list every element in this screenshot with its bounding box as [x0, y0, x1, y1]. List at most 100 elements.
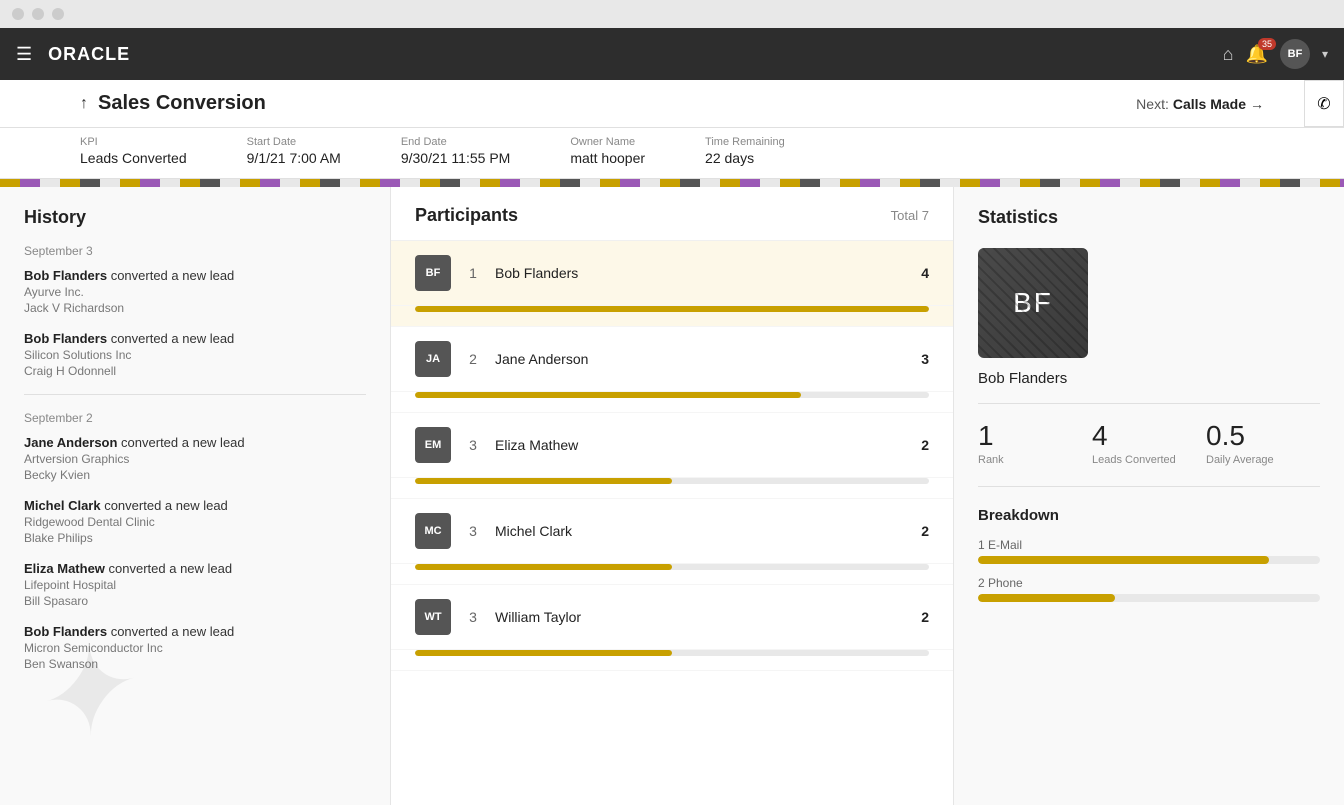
- participant-bar-wrap: [391, 392, 953, 413]
- phone-button[interactable]: ✆: [1304, 80, 1344, 127]
- participant-rank: 3: [465, 609, 481, 625]
- history-date-label: September 3: [24, 244, 366, 258]
- history-item-title: Michel Clark converted a new lead: [24, 498, 366, 513]
- history-panel: ✦ History September 3 Bob Flanders conve…: [0, 187, 390, 805]
- notification-icon[interactable]: 🔔 35: [1246, 44, 1268, 65]
- kpi-item: Owner Namematt hooper: [570, 136, 645, 166]
- participant-bar-fill: [415, 650, 672, 656]
- breakdown-item-label: 2 Phone: [978, 576, 1320, 590]
- breakdown-track: [978, 556, 1320, 564]
- participant-avatar: EM: [415, 427, 451, 463]
- participant-row[interactable]: WT 3 William Taylor 2: [391, 585, 953, 650]
- participant-name: Michel Clark: [495, 523, 907, 539]
- participant-avatar: WT: [415, 599, 451, 635]
- history-item-company: Artversion Graphics: [24, 452, 366, 466]
- participant-row[interactable]: JA 2 Jane Anderson 3: [391, 327, 953, 392]
- history-item: Michel Clark converted a new lead Ridgew…: [24, 498, 366, 545]
- history-item-company: Silicon Solutions Inc: [24, 348, 366, 362]
- participants-title: Participants: [415, 205, 518, 226]
- next-label: Next:: [1136, 96, 1169, 112]
- history-item-title: Jane Anderson converted a new lead: [24, 435, 366, 450]
- participants-panel: Participants Total 7 BF 1 Bob Flanders 4…: [390, 187, 954, 805]
- participant-section[interactable]: MC 3 Michel Clark 2: [391, 499, 953, 585]
- participant-bar-fill: [415, 478, 672, 484]
- window-dot-2: [32, 8, 44, 20]
- user-avatar-nav[interactable]: BF: [1280, 39, 1310, 69]
- participant-bar-track: [415, 392, 929, 398]
- stats-avatar: BF: [978, 248, 1088, 358]
- participant-section[interactable]: EM 3 Eliza Mathew 2: [391, 413, 953, 499]
- history-item-contact: Blake Philips: [24, 531, 366, 545]
- history-person: Bob Flanders: [24, 624, 107, 639]
- page-header: ↑ Sales Conversion Next: Calls Made → ✆: [0, 80, 1344, 128]
- participant-section[interactable]: JA 2 Jane Anderson 3: [391, 327, 953, 413]
- back-arrow-icon[interactable]: ↑: [80, 95, 88, 113]
- participant-name: William Taylor: [495, 609, 907, 625]
- participant-score: 4: [921, 265, 929, 281]
- next-link[interactable]: Next: Calls Made →: [1136, 96, 1264, 112]
- kpi-label: Time Remaining: [705, 136, 785, 148]
- participant-avatar: MC: [415, 513, 451, 549]
- stats-name: Bob Flanders: [978, 370, 1320, 404]
- kpi-label: KPI: [80, 136, 187, 148]
- kpi-label: End Date: [401, 136, 510, 148]
- participant-bar-track: [415, 650, 929, 656]
- participant-avatar: BF: [415, 255, 451, 291]
- kpi-item: Start Date9/1/21 7:00 AM: [247, 136, 341, 166]
- breakdown-item-label: 1 E-Mail: [978, 538, 1320, 552]
- stat-value: 0.5: [1206, 420, 1320, 452]
- kpi-item: Time Remaining22 days: [705, 136, 785, 166]
- window-dot-1: [12, 8, 24, 20]
- kpi-label: Owner Name: [570, 136, 645, 148]
- next-value: Calls Made: [1173, 96, 1246, 112]
- history-person: Bob Flanders: [24, 268, 107, 283]
- participant-name: Jane Anderson: [495, 351, 907, 367]
- history-person: Jane Anderson: [24, 435, 117, 450]
- breakdown-title: Breakdown: [978, 507, 1320, 524]
- main-content: ✦ History September 3 Bob Flanders conve…: [0, 187, 1344, 805]
- stat-item: 0.5 Daily Average: [1206, 420, 1320, 466]
- participant-bar-fill: [415, 306, 929, 312]
- history-item: Jane Anderson converted a new lead Artve…: [24, 435, 366, 482]
- kpi-label: Start Date: [247, 136, 341, 148]
- kpi-bar: KPILeads Converted Start Date9/1/21 7:00 …: [0, 128, 1344, 179]
- participant-bar-fill: [415, 564, 672, 570]
- history-item: Eliza Mathew converted a new lead Lifepo…: [24, 561, 366, 608]
- top-navigation: ☰ ORACLE ⌂ 🔔 35 BF ▾: [0, 28, 1344, 80]
- history-item: Bob Flanders converted a new lead Silico…: [24, 331, 366, 378]
- participant-bar-track: [415, 478, 929, 484]
- stat-value: 1: [978, 420, 1092, 452]
- stats-numbers: 1 Rank4Leads Converted0.5 Daily Average: [978, 420, 1320, 487]
- history-item-title: Eliza Mathew converted a new lead: [24, 561, 366, 576]
- history-item-contact: Jack V Richardson: [24, 301, 366, 315]
- history-person: Bob Flanders: [24, 331, 107, 346]
- participant-name: Eliza Mathew: [495, 437, 907, 453]
- stat-item: 1 Rank: [978, 420, 1092, 466]
- history-item: Bob Flanders converted a new lead Micron…: [24, 624, 366, 671]
- stat-item: 4Leads Converted: [1092, 420, 1206, 466]
- participant-row[interactable]: MC 3 Michel Clark 2: [391, 499, 953, 564]
- participant-rank: 3: [465, 437, 481, 453]
- participant-section[interactable]: WT 3 William Taylor 2: [391, 585, 953, 671]
- participant-bar-fill: [415, 392, 801, 398]
- participant-bar-track: [415, 564, 929, 570]
- progress-stripe: [0, 179, 1344, 187]
- user-menu-chevron[interactable]: ▾: [1322, 47, 1328, 61]
- breakdown-item: 2 Phone: [978, 576, 1320, 602]
- history-item-contact: Craig H Odonnell: [24, 364, 366, 378]
- hamburger-menu[interactable]: ☰: [16, 44, 32, 65]
- statistics-title: Statistics: [978, 207, 1320, 228]
- participant-score: 2: [921, 609, 929, 625]
- participant-section[interactable]: BF 1 Bob Flanders 4: [391, 241, 953, 327]
- kpi-item: KPILeads Converted: [80, 136, 187, 166]
- title-bar: [0, 0, 1344, 28]
- history-person: Michel Clark: [24, 498, 101, 513]
- stat-label: Rank: [978, 454, 1092, 466]
- participant-row[interactable]: EM 3 Eliza Mathew 2: [391, 413, 953, 478]
- participant-bar-wrap: [391, 564, 953, 585]
- history-item-company: Lifepoint Hospital: [24, 578, 366, 592]
- participant-rank: 3: [465, 523, 481, 539]
- home-icon[interactable]: ⌂: [1223, 44, 1234, 65]
- participant-row[interactable]: BF 1 Bob Flanders 4: [391, 241, 953, 306]
- stat-label: Daily Average: [1206, 454, 1320, 466]
